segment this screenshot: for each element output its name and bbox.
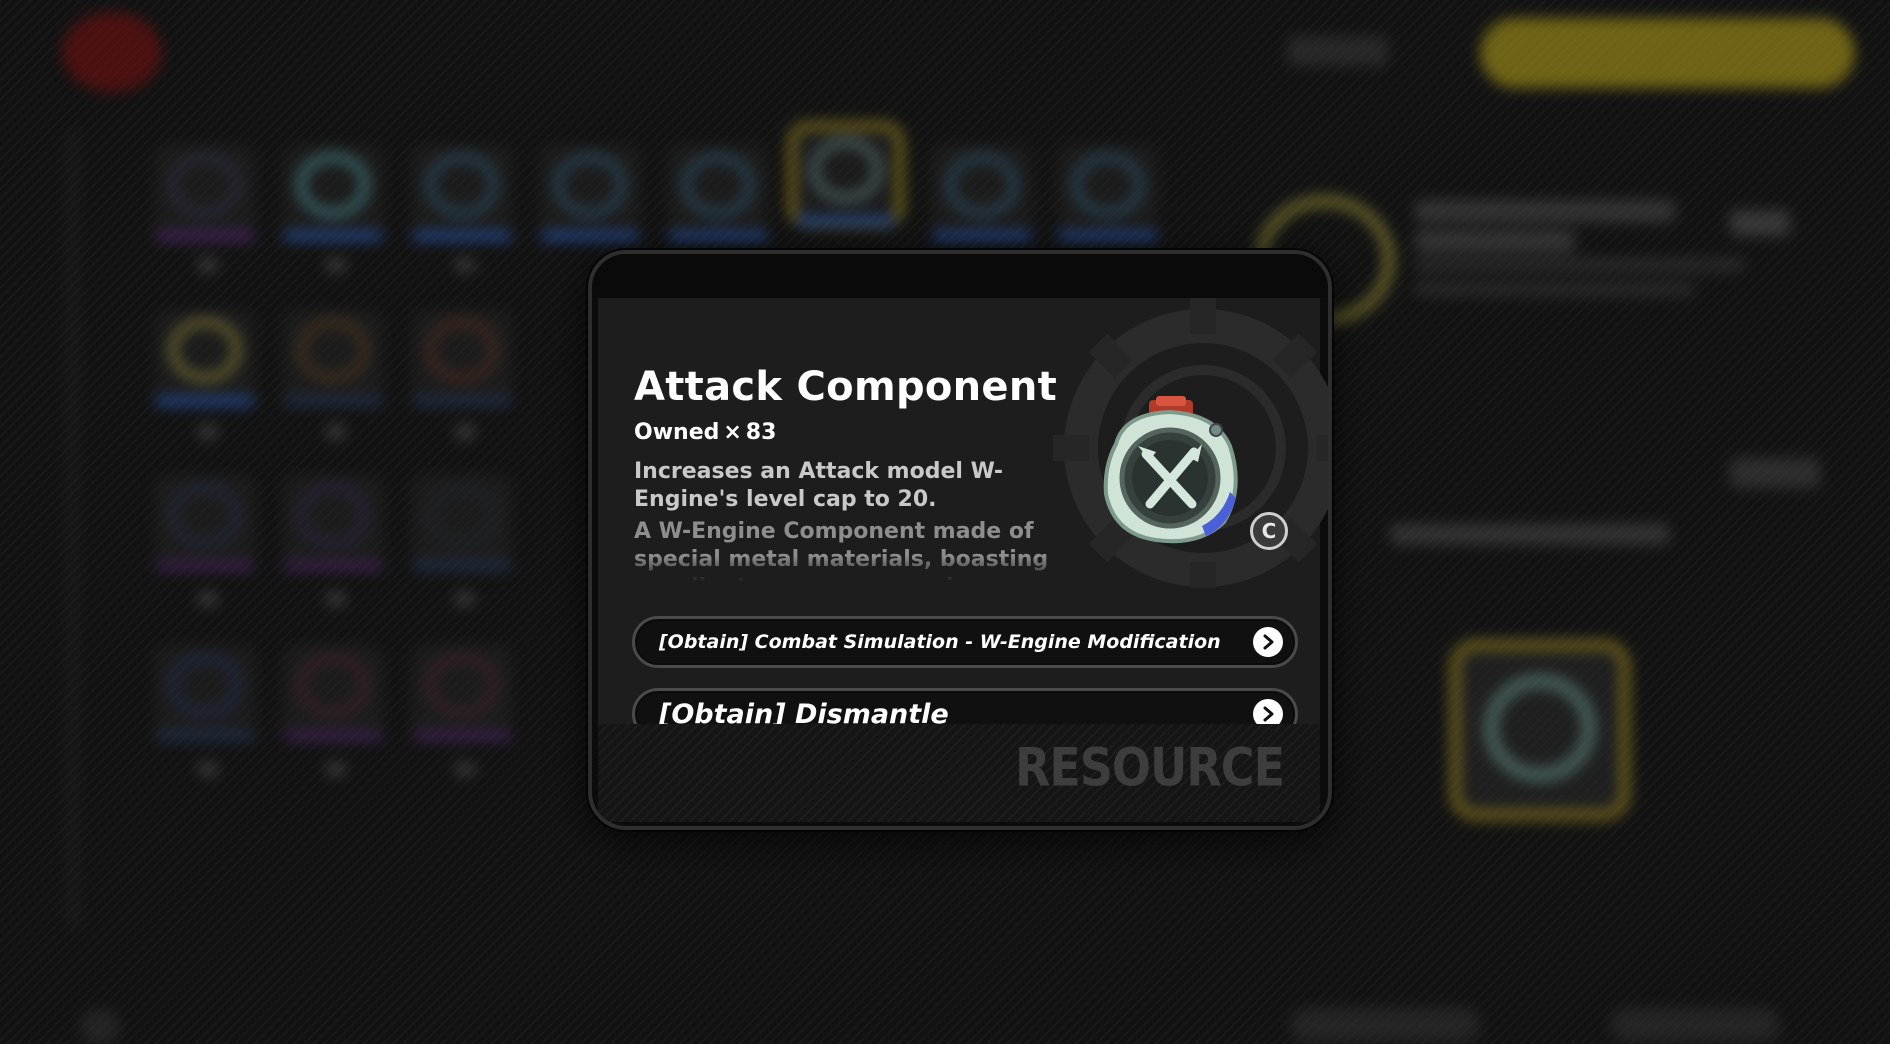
tile-count (455, 592, 475, 606)
tile-count (326, 762, 346, 776)
sort-label (1288, 36, 1388, 66)
source-label: [Obtain] Combat Simulation - W-Engine Mo… (659, 631, 1221, 653)
detail-text (1415, 282, 1695, 296)
dialog-header-strip (592, 254, 1328, 298)
inventory-tile (155, 475, 255, 571)
screen: Attack Component Owned × 83 Increases an A… (0, 0, 1890, 1044)
bottom-action (1290, 1008, 1480, 1042)
inventory-tile (932, 145, 1032, 241)
inventory-tile (412, 145, 512, 241)
detail-section-title (1390, 524, 1670, 544)
category-watermark: RESOURCE (1014, 735, 1285, 798)
attack-component-icon (1103, 396, 1238, 544)
sidebar-divider (70, 130, 76, 930)
inventory-tile (283, 145, 383, 241)
detail-title (1415, 230, 1575, 252)
chevron-right-icon[interactable] (1253, 627, 1283, 657)
tile-count (455, 762, 475, 776)
tile-count (198, 425, 218, 439)
inventory-tile (155, 145, 255, 241)
inventory-tile (283, 475, 383, 571)
detail-count (1730, 210, 1790, 236)
detail-nav (1730, 458, 1820, 488)
inventory-tile (1058, 145, 1158, 241)
detail-title (1415, 200, 1675, 222)
owned-value: 83 (745, 420, 777, 445)
inventory-tile (668, 145, 768, 241)
inventory-tile (283, 645, 383, 741)
tile-count (198, 592, 218, 606)
inventory-tile (540, 145, 640, 241)
inventory-tile (412, 475, 512, 571)
inventory-tile (412, 645, 512, 741)
confirm-button (1480, 18, 1855, 88)
lore-fade (634, 556, 1064, 582)
owned-multiplier: × (723, 420, 742, 445)
rarity-badge: C (1250, 512, 1288, 550)
owned-count: Owned × 83 (634, 420, 776, 445)
item-detail-dialog: Attack Component Owned × 83 Increases an A… (588, 250, 1332, 830)
inventory-tile (155, 645, 255, 741)
tile-count (455, 258, 475, 272)
tile-count (326, 425, 346, 439)
detail-text (1415, 258, 1745, 272)
dialog-body: Attack Component Owned × 83 Increases an A… (598, 298, 1328, 740)
tile-count (326, 258, 346, 272)
item-title: Attack Component (634, 364, 1058, 410)
item-lore-scroll[interactable]: A W-Engine Component made of special met… (634, 518, 1064, 582)
tile-count (198, 258, 218, 272)
detail-material-tile (1450, 640, 1630, 820)
tile-count (455, 425, 475, 439)
tile-count (198, 762, 218, 776)
obtain-source-combat-simulation[interactable]: [Obtain] Combat Simulation - W-Engine Mo… (632, 616, 1298, 668)
inventory-tile-selected (788, 122, 904, 228)
bottom-action (1610, 1008, 1780, 1042)
inventory-tile (412, 310, 512, 406)
inventory-tile (283, 310, 383, 406)
tile-count (326, 592, 346, 606)
item-effect: Increases an Attack model W-Engine's lev… (634, 459, 1003, 512)
inventory-tile (155, 310, 255, 406)
owned-label: Owned (634, 420, 720, 445)
back-button (62, 12, 162, 92)
bottom-hint (80, 1010, 120, 1044)
